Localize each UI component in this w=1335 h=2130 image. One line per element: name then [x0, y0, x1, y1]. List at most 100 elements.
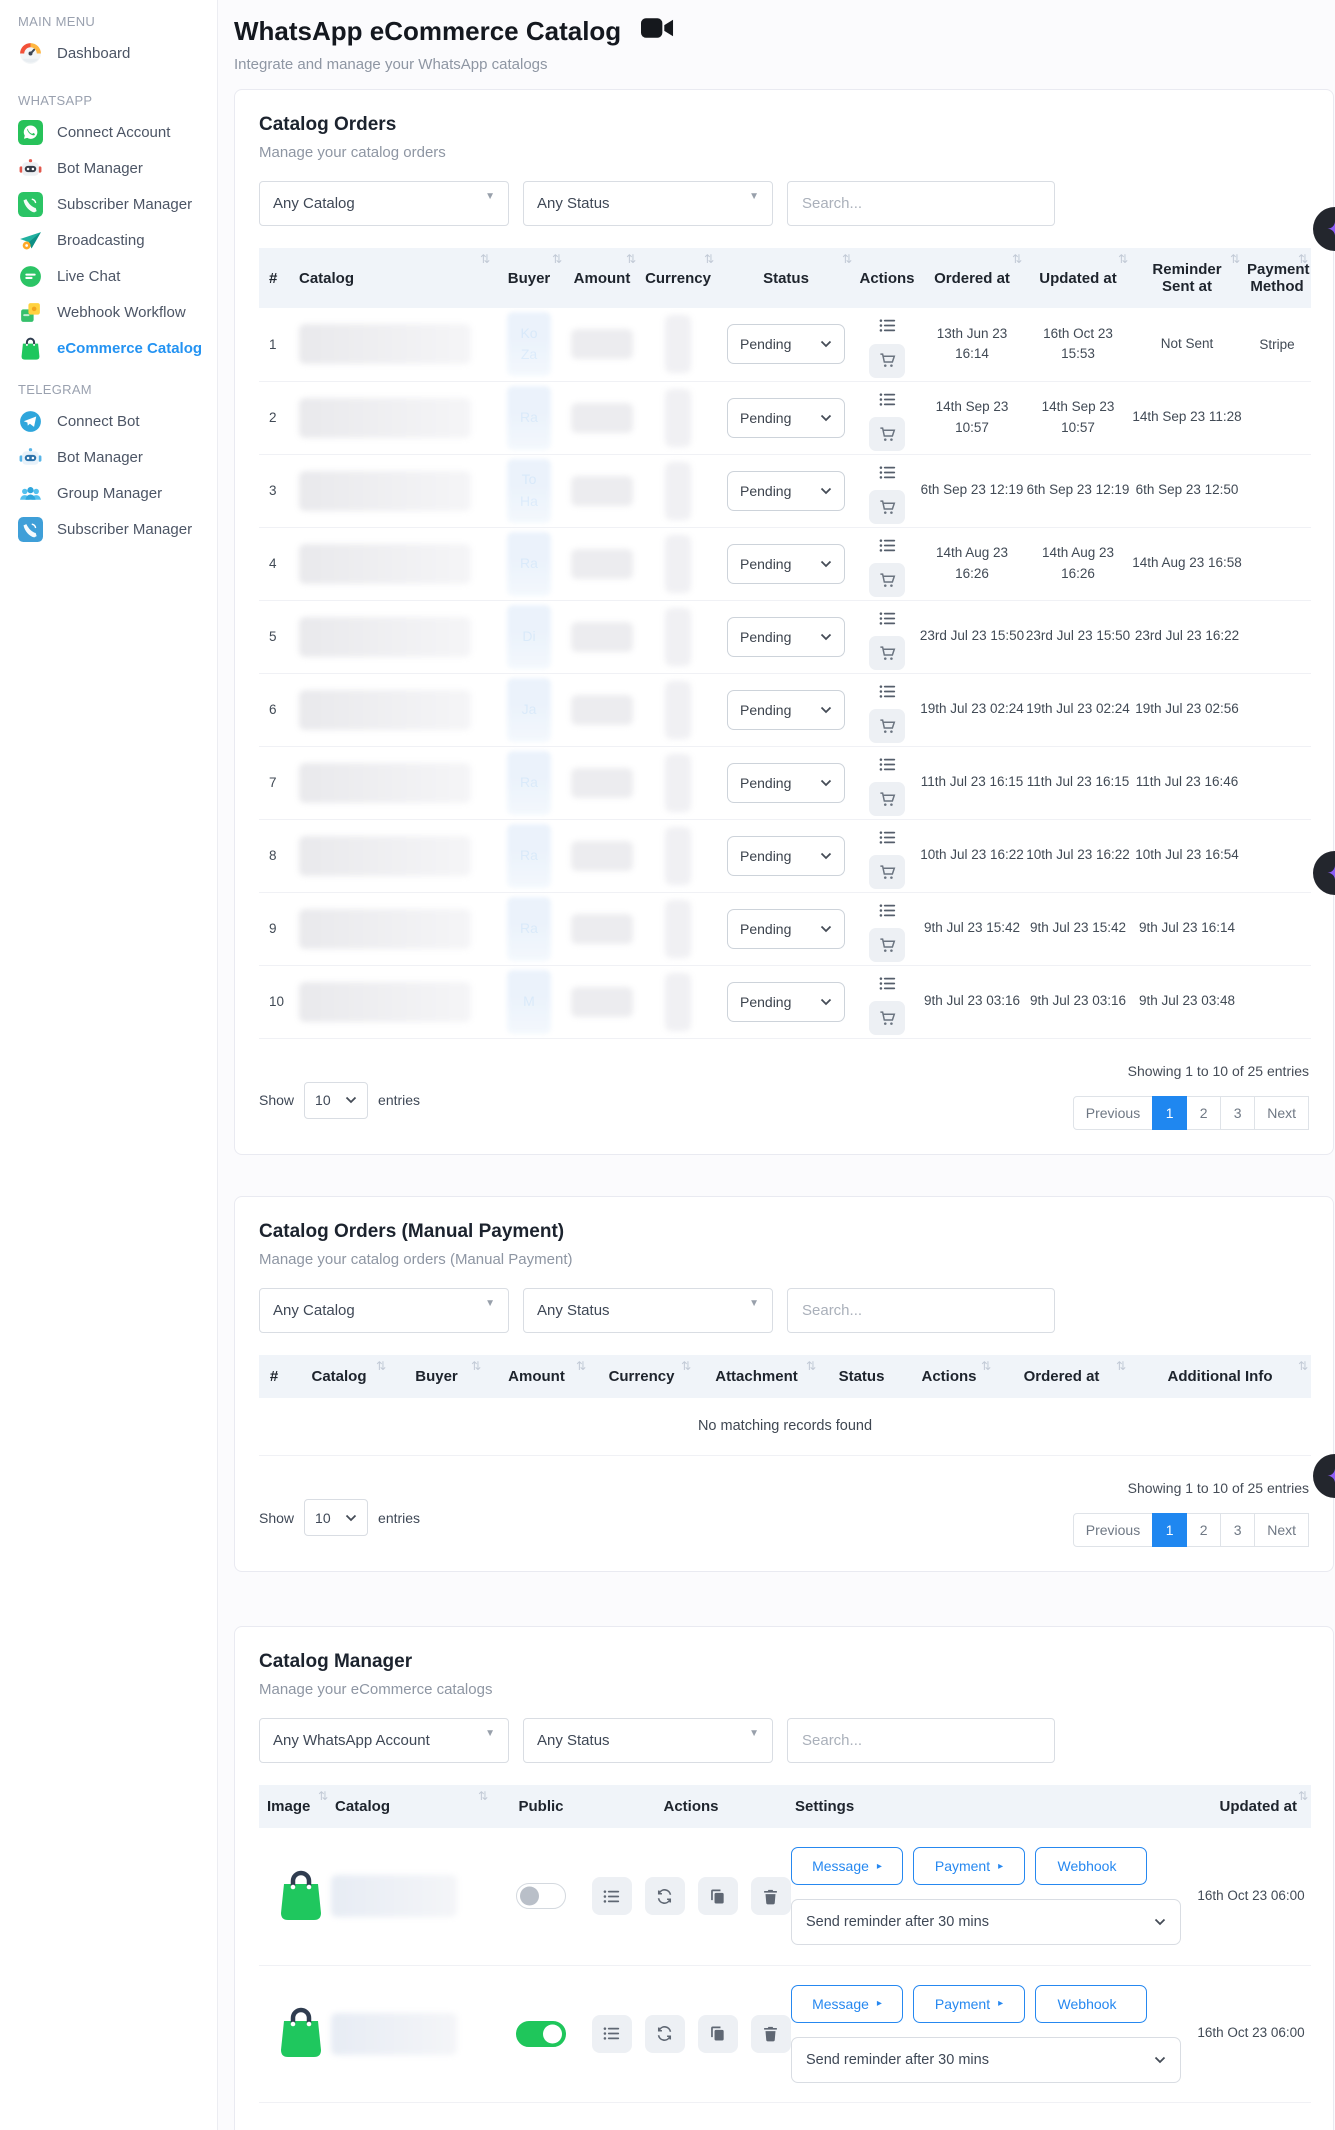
search-input[interactable] [787, 1718, 1055, 1763]
page-button[interactable]: Next [1254, 1096, 1309, 1130]
page-button[interactable]: Previous [1073, 1513, 1153, 1547]
sort-icon[interactable]: ⇅ [1118, 252, 1128, 266]
column-header[interactable]: Payment Method⇅ [1243, 248, 1311, 308]
status-select[interactable]: Pending [727, 982, 845, 1022]
sort-icon[interactable]: ⇅ [1116, 1359, 1126, 1373]
reminder-select[interactable]: Send reminder after 30 mins [791, 1899, 1181, 1945]
page-button[interactable]: 2 [1186, 1513, 1221, 1547]
order-cart-button[interactable] [869, 344, 905, 378]
sidebar-item-connect-bot[interactable]: Connect Bot [18, 403, 217, 439]
catalog-filter-select[interactable]: Any Catalog▼ [259, 1288, 509, 1333]
order-cart-button[interactable] [869, 490, 905, 524]
column-header[interactable]: Reminder Sent at⇅ [1131, 248, 1243, 308]
sort-icon[interactable]: ⇅ [842, 252, 852, 266]
column-header[interactable]: #⇅ [259, 248, 293, 308]
column-header[interactable]: Amount⇅ [484, 1355, 589, 1398]
order-cart-button[interactable] [869, 563, 905, 597]
column-header[interactable]: Additional Info⇅ [1129, 1355, 1311, 1398]
column-header[interactable]: Updated at⇅ [1191, 1785, 1311, 1828]
page-button[interactable]: 2 [1186, 1096, 1221, 1130]
sort-icon[interactable]: ⇅ [1298, 252, 1308, 266]
status-select[interactable]: Pending [727, 690, 845, 730]
delete-catalog-button[interactable] [751, 2015, 791, 2053]
column-header[interactable]: Ordered at⇅ [919, 248, 1025, 308]
status-select[interactable]: Pending [727, 836, 845, 876]
column-header[interactable]: Currency⇅ [589, 1355, 694, 1398]
page-button[interactable]: Next [1254, 1513, 1309, 1547]
column-header[interactable]: Catalog⇅ [289, 1355, 389, 1398]
order-details-button[interactable] [869, 968, 905, 998]
order-details-button[interactable] [869, 749, 905, 779]
refresh-catalog-button[interactable] [645, 1877, 685, 1915]
column-header[interactable]: Attachment⇅ [694, 1355, 819, 1398]
column-header[interactable]: Catalog⇅ [293, 248, 493, 308]
order-cart-button[interactable] [869, 928, 905, 962]
column-header[interactable]: Status⇅ [819, 1355, 904, 1398]
column-header[interactable]: Actions⇅ [855, 248, 919, 308]
order-details-button[interactable] [869, 822, 905, 852]
column-header[interactable]: Settings⇅ [791, 1785, 1191, 1828]
catalog-filter-select[interactable]: Any Catalog▼ [259, 181, 509, 226]
order-cart-button[interactable] [869, 709, 905, 743]
sort-icon[interactable]: ⇅ [681, 1359, 691, 1373]
status-filter-select[interactable]: Any Status▼ [523, 1288, 773, 1333]
page-size-select[interactable]: 10 [304, 1082, 368, 1119]
column-header[interactable]: Buyer⇅ [493, 248, 565, 308]
column-header[interactable]: Catalog⇅ [331, 1785, 491, 1828]
sidebar-item-live-chat[interactable]: Live Chat [18, 258, 217, 294]
sort-icon[interactable]: ⇅ [1298, 1789, 1308, 1803]
column-header[interactable]: Status⇅ [717, 248, 855, 308]
message-settings-button[interactable]: Message▸ [791, 1985, 903, 2023]
column-header[interactable]: Actions⇅ [904, 1355, 994, 1398]
catalog-items-button[interactable] [592, 1877, 632, 1915]
catalog-items-button[interactable] [592, 2015, 632, 2053]
sidebar-item-bot-manager-wa[interactable]: Bot Manager [18, 150, 217, 186]
order-cart-button[interactable] [869, 417, 905, 451]
order-details-button[interactable] [869, 603, 905, 633]
payment-settings-button[interactable]: Payment▸ [913, 1847, 1025, 1885]
page-button[interactable]: 3 [1220, 1096, 1255, 1130]
search-input[interactable] [787, 1288, 1055, 1333]
reminder-select[interactable]: Send reminder after 30 mins [791, 2037, 1181, 2083]
page-button[interactable]: 1 [1152, 1513, 1187, 1547]
order-details-button[interactable] [869, 311, 905, 341]
webhook-settings-button[interactable]: Webhook [1035, 1985, 1147, 2023]
status-filter-select[interactable]: Any Status▼ [523, 1718, 773, 1763]
sort-icon[interactable]: ⇅ [806, 1359, 816, 1373]
copy-catalog-button[interactable] [698, 2015, 738, 2053]
column-header[interactable]: Amount⇅ [565, 248, 639, 308]
sort-icon[interactable]: ⇅ [480, 252, 490, 266]
sidebar-item-connect-account[interactable]: Connect Account [18, 114, 217, 150]
copy-catalog-button[interactable] [698, 1877, 738, 1915]
status-filter-select[interactable]: Any Status▼ [523, 181, 773, 226]
status-select[interactable]: Pending [727, 617, 845, 657]
sort-icon[interactable]: ⇅ [981, 1359, 991, 1373]
order-cart-button[interactable] [869, 855, 905, 889]
payment-settings-button[interactable]: Payment▸ [913, 1985, 1025, 2023]
search-input[interactable] [787, 181, 1055, 226]
delete-catalog-button[interactable] [751, 1877, 791, 1915]
column-header[interactable]: Currency⇅ [639, 248, 717, 308]
public-toggle[interactable] [516, 1883, 566, 1909]
status-select[interactable]: Pending [727, 398, 845, 438]
status-select[interactable]: Pending [727, 909, 845, 949]
column-header[interactable]: #⇅ [259, 1355, 289, 1398]
status-select[interactable]: Pending [727, 471, 845, 511]
page-button[interactable]: Previous [1073, 1096, 1153, 1130]
refresh-catalog-button[interactable] [645, 2015, 685, 2053]
column-header[interactable]: Buyer⇅ [389, 1355, 484, 1398]
sort-icon[interactable]: ⇅ [471, 1359, 481, 1373]
sidebar-item-bot-manager-tg[interactable]: Bot Manager [18, 439, 217, 475]
sort-icon[interactable]: ⇅ [576, 1359, 586, 1373]
sort-icon[interactable]: ⇅ [1230, 252, 1240, 266]
public-toggle[interactable] [516, 2021, 566, 2047]
sort-icon[interactable]: ⇅ [478, 1789, 488, 1803]
order-details-button[interactable] [869, 384, 905, 414]
sidebar-item-group-manager[interactable]: Group Manager [18, 475, 217, 511]
order-cart-button[interactable] [869, 1001, 905, 1035]
sidebar-item-subscriber-manager-tg[interactable]: Subscriber Manager [18, 511, 217, 547]
status-select[interactable]: Pending [727, 763, 845, 803]
sidebar-item-subscriber-manager-wa[interactable]: Subscriber Manager [18, 186, 217, 222]
column-header[interactable]: Actions⇅ [591, 1785, 791, 1828]
column-header[interactable]: Public⇅ [491, 1785, 591, 1828]
